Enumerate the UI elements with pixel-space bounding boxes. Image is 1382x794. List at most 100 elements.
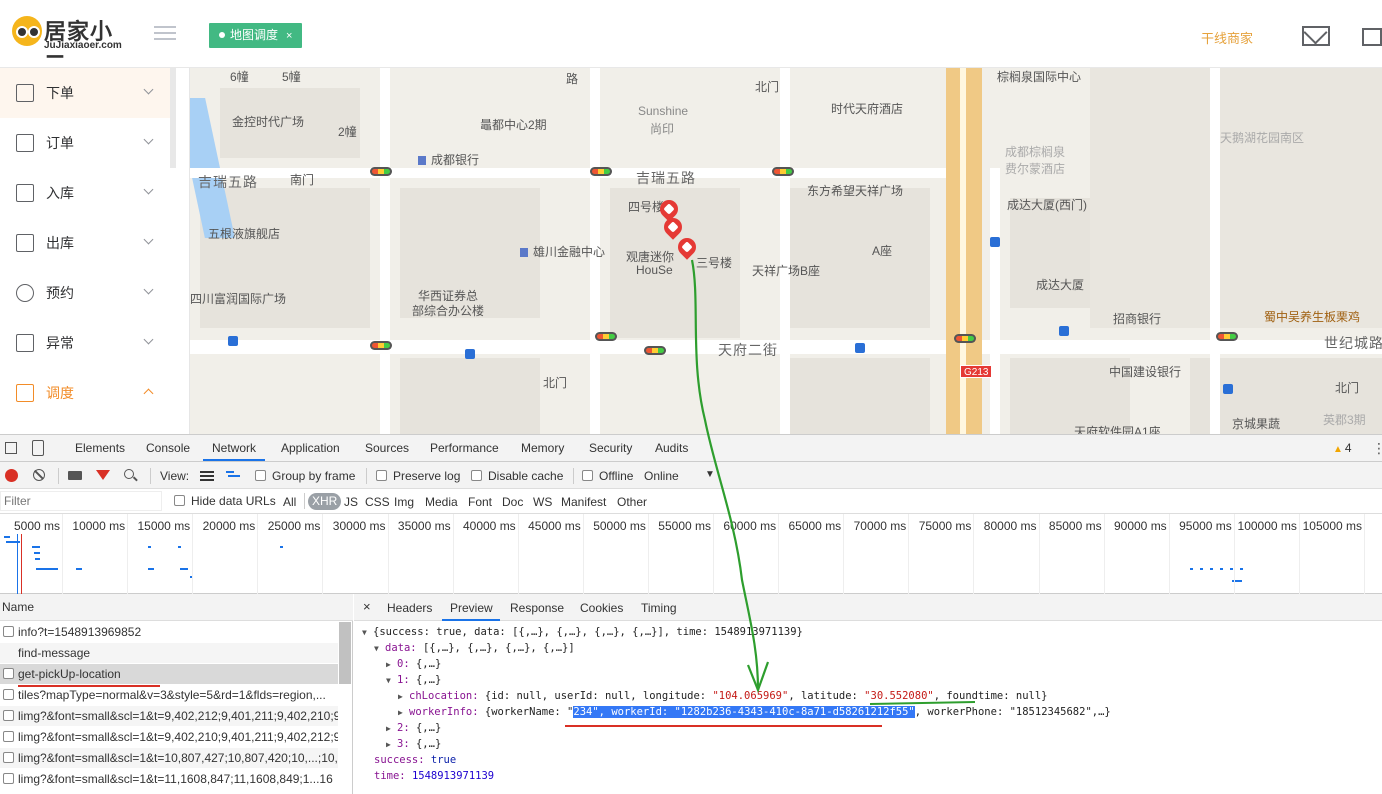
map-label: 北门 — [755, 80, 780, 94]
tree-root[interactable]: ▼ {success: true, data: [{,…}, {,…}, {,…}… — [362, 624, 1111, 640]
request-row[interactable]: tiles?mapType=normal&v=3&style=5&rd=1&fl… — [0, 685, 338, 706]
tab-memory[interactable]: Memory — [521, 441, 564, 455]
tree-node-item1[interactable]: ▼ 1: {,…} — [362, 672, 1111, 688]
type-filter-manifest[interactable]: Manifest — [561, 495, 606, 509]
tab-sources[interactable]: Sources — [365, 441, 409, 455]
filter-icon[interactable] — [96, 470, 110, 480]
request-row[interactable]: limg?&font=small&scl=1&t=11,1608,847;11,… — [0, 769, 338, 790]
close-tab-icon[interactable]: × — [286, 30, 292, 42]
request-row[interactable]: limg?&font=small&scl=1&t=9,402,212;9,401… — [0, 706, 338, 727]
sidebar-item-order-create[interactable]: 下单 — [0, 68, 170, 118]
map-label: 鼂都中心2期 — [480, 118, 547, 132]
filter-input[interactable] — [0, 491, 162, 511]
request-row[interactable]: find-message — [0, 643, 338, 664]
tree-node-data[interactable]: ▼ data: [{,…}, {,…}, {,…}, {,…}] — [362, 640, 1111, 656]
request-row[interactable]: limg?&font=small&scl=1&t=10,807,427;10,8… — [0, 748, 338, 769]
request-list: Name info?t=1548913969852 find-message g… — [0, 594, 353, 794]
network-timeline[interactable]: 5000 ms 10000 ms 15000 ms 20000 ms 25000 ms 3… — [0, 514, 1382, 594]
devtools-panel: Elements Console Network Application Sou… — [0, 434, 1382, 794]
group-by-frame-checkbox[interactable]: Group by frame — [255, 469, 355, 483]
map-view[interactable]: G213 6幢 5幢 2幢 金控时代广场 南门 吉瑞五路 五根液旗舰店 四川富润… — [190, 68, 1382, 434]
large-rows-icon[interactable] — [200, 471, 214, 481]
map-label: 天府软件园A1座 — [1074, 425, 1161, 434]
top-bar: 居家小二 JuJiaxiaoer.com 地图调度 × 干线商家 — [0, 0, 1382, 76]
sidebar-item-appointment[interactable]: 预约 — [0, 268, 170, 318]
timeline-tick-label: 50000 ms — [593, 519, 646, 533]
tree-node-workerinfo[interactable]: ▶ workerInfo: {workerName: "234", workerI… — [362, 704, 1111, 720]
throttling-select[interactable]: Online — [644, 469, 679, 483]
tab-security[interactable]: Security — [589, 441, 632, 455]
logo[interactable]: 居家小二 JuJiaxiaoer.com — [12, 14, 132, 76]
collapse-menu-icon[interactable] — [154, 26, 176, 44]
tree-node-chlocation[interactable]: ▶ chLocation: {id: null, userId: null, lo… — [362, 688, 1111, 704]
fullscreen-icon[interactable] — [1362, 28, 1382, 46]
device-toolbar-icon[interactable] — [32, 440, 44, 456]
type-filter-css[interactable]: CSS — [365, 495, 390, 509]
type-filter-ws[interactable]: WS — [533, 495, 552, 509]
request-row-selected[interactable]: get-pickUp-location — [0, 664, 338, 685]
clear-icon[interactable] — [33, 469, 45, 481]
warning-count[interactable]: 4 — [1333, 441, 1352, 455]
dropdown-arrow-icon[interactable]: ▼ — [705, 469, 715, 480]
tree-node-item3[interactable]: ▶ 3: {,…} — [362, 736, 1111, 752]
type-filter-img[interactable]: Img — [394, 495, 414, 509]
request-list-scrollbar[interactable] — [339, 622, 351, 684]
request-row[interactable]: limg?&font=small&scl=1&t=9,402,210;9,401… — [0, 727, 338, 748]
type-filter-media[interactable]: Media — [425, 495, 458, 509]
close-detail-icon[interactable]: × — [363, 599, 371, 614]
waterfall-icon[interactable] — [226, 471, 240, 481]
mail-icon[interactable] — [1302, 26, 1330, 46]
chevron-down-icon — [143, 334, 154, 345]
sidebar-item-outbound[interactable]: 出库 — [0, 218, 170, 268]
timeline-gridline — [1103, 514, 1105, 594]
road-label: 吉瑞五路 — [198, 174, 258, 190]
timeline-tick-label: 20000 ms — [202, 519, 256, 533]
sidebar-scrollbar[interactable] — [170, 68, 176, 168]
tree-node-item0[interactable]: ▶ 0: {,…} — [362, 656, 1111, 672]
tab-map-dispatch[interactable]: 地图调度 × — [209, 23, 303, 48]
screenshot-icon[interactable] — [68, 471, 82, 480]
type-filter-font[interactable]: Font — [468, 495, 492, 509]
type-filter-js[interactable]: JS — [344, 495, 358, 509]
merchant-link[interactable]: 干线商家 — [1201, 28, 1253, 47]
search-icon[interactable] — [124, 469, 134, 479]
type-filter-other[interactable]: Other — [617, 495, 647, 509]
tree-node-item2[interactable]: ▶ 2: {,…} — [362, 720, 1111, 736]
sidebar-item-inbound[interactable]: 入库 — [0, 168, 170, 218]
inspect-element-icon[interactable] — [5, 442, 17, 454]
active-dot-icon — [219, 32, 225, 38]
hide-data-urls-checkbox[interactable]: Hide data URLs — [174, 494, 276, 508]
traffic-light-icon — [644, 346, 666, 355]
name-column-header[interactable]: Name — [0, 594, 353, 621]
json-preview-tree: ▼ {success: true, data: [{,…}, {,…}, {,…}… — [362, 624, 1111, 784]
tab-application[interactable]: Application — [281, 441, 340, 455]
tab-timing[interactable]: Timing — [641, 601, 677, 615]
record-icon[interactable] — [5, 469, 18, 482]
disable-cache-checkbox[interactable]: Disable cache — [471, 469, 563, 483]
type-filter-all[interactable]: All — [283, 495, 296, 509]
tab-performance[interactable]: Performance — [430, 441, 499, 455]
timeline-tick-label: 30000 ms — [332, 519, 386, 533]
tab-audits[interactable]: Audits — [655, 441, 688, 455]
timeline-tick-label: 90000 ms — [1113, 519, 1167, 533]
request-row[interactable]: info?t=1548913969852 — [0, 622, 338, 643]
more-options-icon[interactable]: ⋮ — [1372, 440, 1382, 457]
chevron-down-icon — [143, 134, 154, 145]
offline-checkbox[interactable]: Offline — [582, 469, 633, 483]
map-label: HouSe — [636, 263, 673, 277]
sidebar-item-dispatch[interactable]: 调度 — [0, 368, 170, 418]
timeline-gridline — [843, 514, 845, 594]
tab-network[interactable]: Network — [212, 441, 256, 455]
preserve-log-checkbox[interactable]: Preserve log — [376, 469, 460, 483]
tab-preview[interactable]: Preview — [450, 601, 493, 615]
type-filter-xhr[interactable]: XHR — [308, 493, 342, 510]
timeline-tick-label: 35000 ms — [397, 519, 451, 533]
type-filter-doc[interactable]: Doc — [502, 495, 523, 509]
tab-console[interactable]: Console — [146, 441, 190, 455]
sidebar-item-orders[interactable]: 订单 — [0, 118, 170, 168]
tab-response[interactable]: Response — [510, 601, 564, 615]
tab-elements[interactable]: Elements — [75, 441, 125, 455]
tab-cookies[interactable]: Cookies — [580, 601, 623, 615]
tab-headers[interactable]: Headers — [387, 601, 432, 615]
sidebar-item-exception[interactable]: 异常 — [0, 318, 170, 368]
